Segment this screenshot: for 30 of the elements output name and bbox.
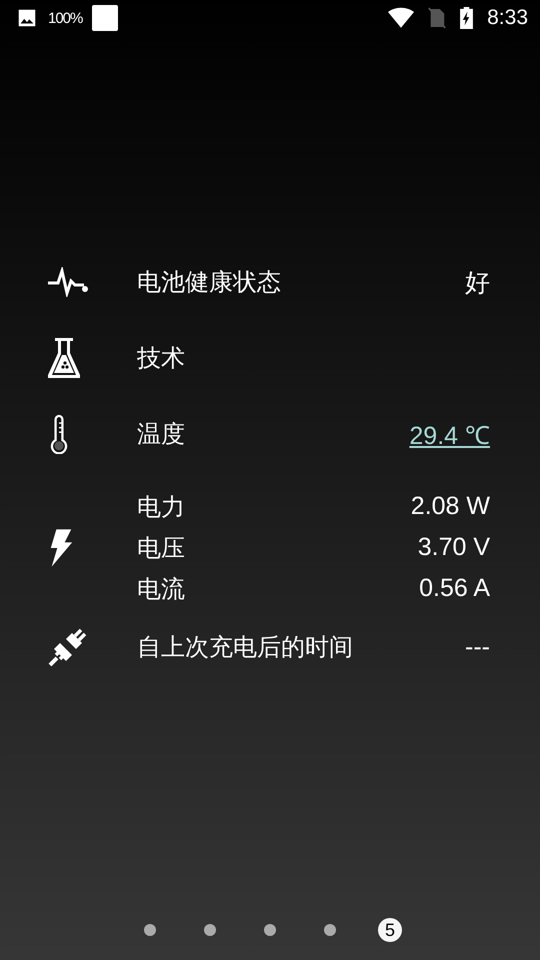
page-dot[interactable]: [144, 924, 156, 936]
flask-icon: [48, 338, 80, 378]
page-dot[interactable]: [324, 924, 336, 936]
thermometer-icon: [48, 414, 70, 454]
plug-icon: [48, 627, 88, 667]
wifi-icon: [388, 7, 414, 29]
item-value: ---: [465, 632, 490, 662]
no-sim-icon: [428, 7, 446, 29]
page-dot[interactable]: [264, 924, 276, 936]
image-icon: [16, 7, 38, 29]
item-label: 自上次充电后的时间: [137, 632, 353, 663]
item-label: 技术: [137, 343, 185, 374]
item-value: 2.08 W: [410, 492, 490, 521]
value-link[interactable]: 29.4 ℃: [409, 417, 490, 451]
battery-percent: 100%: [48, 10, 82, 26]
item-label: 电池健康状态: [137, 267, 281, 298]
item-label: 电压: [137, 532, 185, 564]
current-page-indicator[interactable]: 5: [378, 918, 402, 942]
lightning-icon: [48, 528, 74, 568]
clock: 8:33: [487, 6, 528, 30]
item-label: 温度: [137, 419, 185, 450]
pulse-icon: [48, 267, 88, 297]
item-label: 电力: [137, 492, 185, 522]
item-value: 好: [465, 268, 490, 298]
item-value: 3.70 V: [418, 533, 490, 562]
page-dot[interactable]: [204, 924, 216, 936]
item-label: 电流: [137, 574, 185, 604]
item-value: 0.56 A: [419, 574, 490, 603]
notification-icon: [92, 5, 118, 31]
battery-charging-icon: [460, 7, 474, 29]
